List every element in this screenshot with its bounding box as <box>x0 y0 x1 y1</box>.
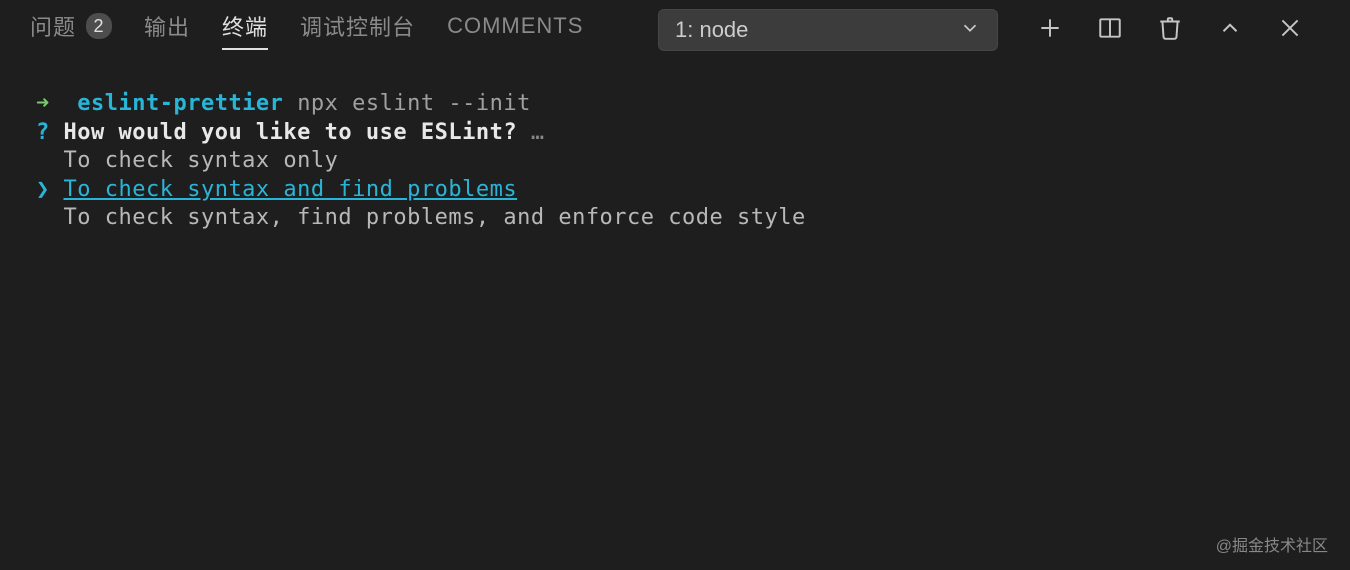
prompt-dir: eslint-prettier <box>77 91 283 116</box>
close-panel-button[interactable] <box>1272 12 1308 48</box>
selected-marker: ❯ <box>36 177 50 202</box>
tab-comments-label: COMMENTS <box>447 13 583 39</box>
tab-terminal-label: 终端 <box>222 10 268 42</box>
tab-comments[interactable]: COMMENTS <box>447 13 583 47</box>
question-mark: ? <box>36 120 50 145</box>
option-2-text: To check syntax and find problems <box>64 177 518 202</box>
tab-problems-label: 问题 <box>30 10 76 42</box>
question-text: How would you like to use ESLint? <box>64 120 518 145</box>
close-icon <box>1277 15 1303 46</box>
terminal-option-1: To check syntax only <box>36 147 1314 176</box>
tab-debug-console[interactable]: 调试控制台 <box>300 10 415 50</box>
maximize-panel-button[interactable] <box>1212 12 1248 48</box>
kill-terminal-button[interactable] <box>1152 12 1188 48</box>
terminal-line-question: ? How would you like to use ESLint? … <box>36 119 1314 148</box>
terminal-selector-label: 1: node <box>675 17 748 43</box>
panel-tabs: 问题 2 输出 终端 调试控制台 COMMENTS <box>30 10 583 50</box>
terminal-option-2-selected: ❯ To check syntax and find problems <box>36 176 1314 205</box>
chevron-down-icon <box>959 17 981 44</box>
plus-icon <box>1037 15 1063 46</box>
tab-output-label: 输出 <box>144 10 190 42</box>
tab-terminal[interactable]: 终端 <box>222 10 268 50</box>
option-1-text: To check syntax only <box>64 148 339 173</box>
split-horizontal-icon <box>1097 15 1123 46</box>
option-3-text: To check syntax, find problems, and enfo… <box>64 205 806 230</box>
problems-badge: 2 <box>86 13 112 39</box>
watermark: @掘金技术社区 <box>1216 532 1328 556</box>
chevron-up-icon <box>1217 15 1243 46</box>
trash-icon <box>1157 15 1183 46</box>
split-terminal-button[interactable] <box>1092 12 1128 48</box>
terminal-output[interactable]: ➜ eslint-prettier npx eslint --init ? Ho… <box>0 60 1350 263</box>
tab-debug-label: 调试控制台 <box>300 10 415 42</box>
command-text: npx eslint --init <box>297 91 531 116</box>
panel-header: 问题 2 输出 终端 调试控制台 COMMENTS 1: node <box>0 0 1350 60</box>
terminal-option-3: To check syntax, find problems, and enfo… <box>36 204 1314 233</box>
terminal-selector-dropdown[interactable]: 1: node <box>658 9 998 51</box>
prompt-arrow: ➜ <box>36 91 50 116</box>
tab-problems[interactable]: 问题 2 <box>30 10 112 50</box>
tab-output[interactable]: 输出 <box>144 10 190 50</box>
new-terminal-button[interactable] <box>1032 12 1068 48</box>
terminal-line-command: ➜ eslint-prettier npx eslint --init <box>36 90 1314 119</box>
question-ellipsis: … <box>531 120 545 145</box>
